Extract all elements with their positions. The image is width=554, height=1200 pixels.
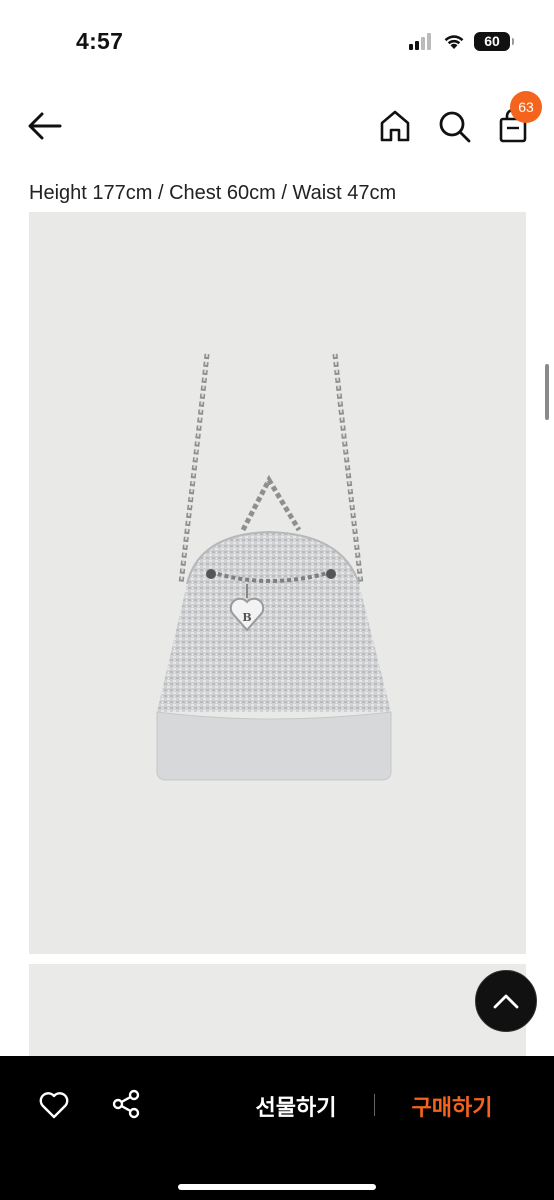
divider [374,1094,375,1116]
status-bar: 4:57 60 [0,0,554,80]
product-image-secondary[interactable] [29,964,526,1064]
home-indicator [178,1184,376,1190]
model-size-info: Height 177cm / Chest 60cm / Waist 47cm [29,182,397,204]
search-icon[interactable] [436,108,472,144]
backpack-illustration: B [156,353,392,781]
scroll-to-top-button[interactable] [475,970,537,1032]
chevron-up-icon [493,994,519,1009]
share-icon[interactable] [110,1088,142,1120]
scrollbar[interactable] [545,364,549,420]
product-image[interactable]: B [29,212,526,954]
cart-count-badge: 63 [510,91,542,123]
wifi-icon [444,35,464,49]
status-icons: 60 [408,30,514,52]
buy-button[interactable]: 구매하기 [388,1086,516,1126]
top-nav [0,88,554,164]
signal-icon [409,33,431,50]
status-time: 4:57 [76,28,124,54]
battery-level: 60 [484,33,500,49]
gift-button[interactable]: 선물하기 [232,1086,360,1126]
heart-icon[interactable] [38,1090,70,1120]
back-arrow-icon[interactable] [26,110,64,142]
battery-icon: 60 [474,31,514,51]
bottom-action-bar: 선물하기 구매하기 [0,1056,554,1200]
home-icon[interactable] [378,108,412,144]
charm-letter: B [242,611,251,624]
